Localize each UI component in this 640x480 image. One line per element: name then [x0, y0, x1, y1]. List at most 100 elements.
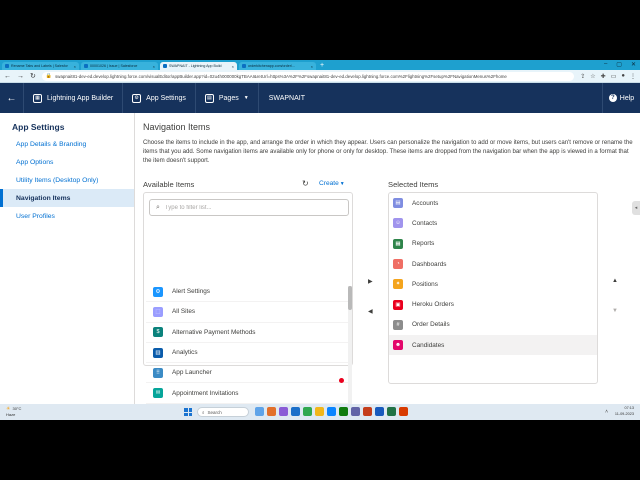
browser-tab[interactable]: 00001026 | Issue | Salesforce × — [81, 62, 158, 70]
salesforce-favicon-icon — [5, 64, 9, 68]
selected-item-row[interactable]: ☻ Candidates — [389, 335, 597, 356]
pages-icon: ▤ — [204, 93, 214, 103]
create-dropdown[interactable]: Create▼ — [319, 180, 345, 187]
taskbar-app-icon[interactable] — [339, 407, 348, 416]
close-tab-icon[interactable]: × — [311, 64, 313, 69]
sidebar-item-app-options[interactable]: App Options — [0, 153, 134, 171]
cursor-highlight-dot — [339, 378, 344, 383]
taskbar-app-icon[interactable] — [267, 407, 276, 416]
taskbar-app-icon[interactable] — [363, 407, 372, 416]
share-icon[interactable]: ⇪ — [580, 73, 585, 80]
tray-chevron-icon[interactable]: ˄ — [605, 409, 608, 415]
create-label: Create — [319, 180, 339, 187]
temperature: 30°C — [12, 406, 22, 411]
sidebar-icon[interactable]: ▭ — [611, 73, 617, 80]
filter-search-box[interactable]: ⌕ — [149, 199, 349, 216]
taskbar-app-icon[interactable] — [327, 407, 336, 416]
browser-tab-label: Rename Tabs and Labels | Salesfor — [11, 64, 68, 68]
browser-tab-label: SWAPNAIT - Lightning App Build — [169, 64, 222, 68]
system-clock[interactable]: 07:13 11-09-2023 — [615, 406, 634, 417]
taskbar-app-icon[interactable] — [291, 407, 300, 416]
weather-widget[interactable]: ☀ 30°C Haze — [6, 406, 21, 417]
maximize-icon[interactable]: ▢ — [616, 61, 622, 68]
selected-item-label: Positions — [412, 280, 438, 288]
available-item-label: Analytics — [172, 349, 198, 357]
star-icon[interactable]: ☆ — [590, 73, 595, 80]
sidebar-item-app-details[interactable]: App Details & Branding — [0, 135, 134, 153]
app-settings-button[interactable]: ⚙ App Settings — [123, 83, 196, 113]
back-button[interactable]: ← — [0, 83, 24, 113]
extensions-icon[interactable]: ✚ — [601, 73, 606, 80]
chevron-down-icon: ▼ — [243, 95, 249, 101]
refresh-icon[interactable]: ↻ — [302, 179, 309, 188]
filter-input[interactable] — [164, 204, 335, 211]
available-item-row[interactable]: $ Alternative Payment Methods — [146, 323, 348, 343]
taskbar-app-icon[interactable] — [375, 407, 384, 416]
close-tab-icon[interactable]: × — [74, 64, 76, 69]
move-left-arrow-icon[interactable]: ◀ — [368, 308, 373, 315]
url-input[interactable]: 🔒 swapnait81-dev-ed.develop.lightning.fo… — [41, 71, 575, 81]
minimize-icon[interactable]: – — [604, 61, 607, 68]
available-item-row[interactable]: ⚙ Alert Settings — [146, 282, 348, 303]
taskbar-search[interactable]: ⌕ Search — [197, 407, 249, 417]
selected-items-list: ▤ Accounts ☺ Contacts ▦ Reports ◔ Dashboards ✦ Po… — [389, 193, 597, 356]
taskbar-app-icon[interactable] — [255, 407, 264, 416]
taskbar-app-icon[interactable] — [399, 407, 408, 416]
taskbar-app-icon[interactable] — [351, 407, 360, 416]
available-item-row[interactable]: ⬚ All Sites — [146, 302, 348, 323]
pages-dropdown[interactable]: ▤ Pages ▼ — [196, 83, 259, 113]
selected-item-row[interactable]: ☺ Contacts — [389, 213, 597, 233]
available-list-scrollbar[interactable] — [348, 286, 352, 420]
invitation-icon: ✉ — [153, 388, 163, 399]
taskbar-apps — [255, 407, 408, 416]
selected-item-row[interactable]: # Order Details — [389, 315, 597, 335]
browser-tab[interactable]: orderkitchenapp.com/order/... × — [239, 62, 316, 70]
position-icon: ✦ — [393, 279, 403, 290]
app-builder-icon: ▦ — [33, 93, 42, 103]
taskbar-app-icon[interactable] — [315, 407, 324, 416]
back-arrow-icon[interactable]: ← — [4, 73, 11, 80]
help-button[interactable]: ? Help — [602, 83, 640, 113]
selected-item-label: Reports — [412, 240, 435, 248]
move-right-arrow-icon[interactable]: ▶ — [368, 278, 373, 285]
move-up-arrow-icon[interactable]: ▲ — [612, 278, 618, 284]
close-tab-icon[interactable]: × — [153, 64, 155, 69]
selected-item-row[interactable]: ▣ Heroku Orders — [389, 294, 597, 314]
taskbar-app-icon[interactable] — [303, 407, 312, 416]
move-down-arrow-icon[interactable]: ▼ — [612, 308, 618, 314]
close-window-icon[interactable]: ✕ — [631, 61, 636, 68]
selected-item-row[interactable]: ▦ Reports — [389, 234, 597, 254]
browser-tab[interactable]: Rename Tabs and Labels | Salesfor × — [2, 62, 79, 70]
windows-start-icon[interactable] — [184, 408, 192, 416]
sidebar-item-user-profiles[interactable]: User Profiles — [0, 207, 134, 225]
selected-item-label: Dashboards — [412, 260, 447, 268]
selected-item-row[interactable]: ✦ Positions — [389, 274, 597, 294]
forward-arrow-icon[interactable]: → — [17, 73, 24, 80]
reload-icon[interactable]: ↻ — [30, 72, 36, 80]
selected-item-row[interactable]: ◔ Dashboards — [389, 254, 597, 274]
window-controls: – ▢ ✕ — [604, 61, 636, 68]
lightning-app-builder-label: ▦ Lightning App Builder — [24, 83, 124, 113]
analytics-icon: ▥ — [153, 347, 163, 358]
url-text: swapnait81-dev-ed.develop.lightning.forc… — [55, 73, 507, 79]
new-tab-button[interactable]: + — [320, 62, 324, 70]
sidebar-item-utility-items[interactable]: Utility Items (Desktop Only) — [0, 171, 134, 189]
available-item-row[interactable]: ▥ Analytics — [146, 343, 348, 364]
sidebar-item-navigation-items[interactable]: Navigation Items — [0, 189, 134, 207]
available-item-row[interactable]: ⠿ App Launcher — [146, 363, 348, 384]
scrollbar-thumb[interactable] — [348, 286, 352, 310]
close-tab-icon[interactable]: × — [232, 64, 234, 69]
profile-icon[interactable]: ● — [621, 73, 625, 80]
orders-icon: ▣ — [393, 299, 403, 310]
selected-item-label: Contacts — [412, 219, 438, 227]
page-title: Navigation Items — [143, 122, 211, 132]
screen: Rename Tabs and Labels | Salesfor × 0000… — [0, 60, 640, 420]
taskbar-app-icon[interactable] — [387, 407, 396, 416]
menu-icon[interactable]: ⋮ — [630, 73, 636, 80]
taskbar-app-icon[interactable] — [279, 407, 288, 416]
available-item-row[interactable]: ✉ Appointment Invitations — [146, 383, 348, 404]
selected-item-row[interactable]: ▤ Accounts — [389, 193, 597, 213]
browser-tab-active[interactable]: SWAPNAIT - Lightning App Build × — [160, 62, 237, 70]
collapse-panel-handle[interactable]: ◂ — [632, 201, 640, 215]
selected-item-label: Heroku Orders — [412, 301, 454, 309]
